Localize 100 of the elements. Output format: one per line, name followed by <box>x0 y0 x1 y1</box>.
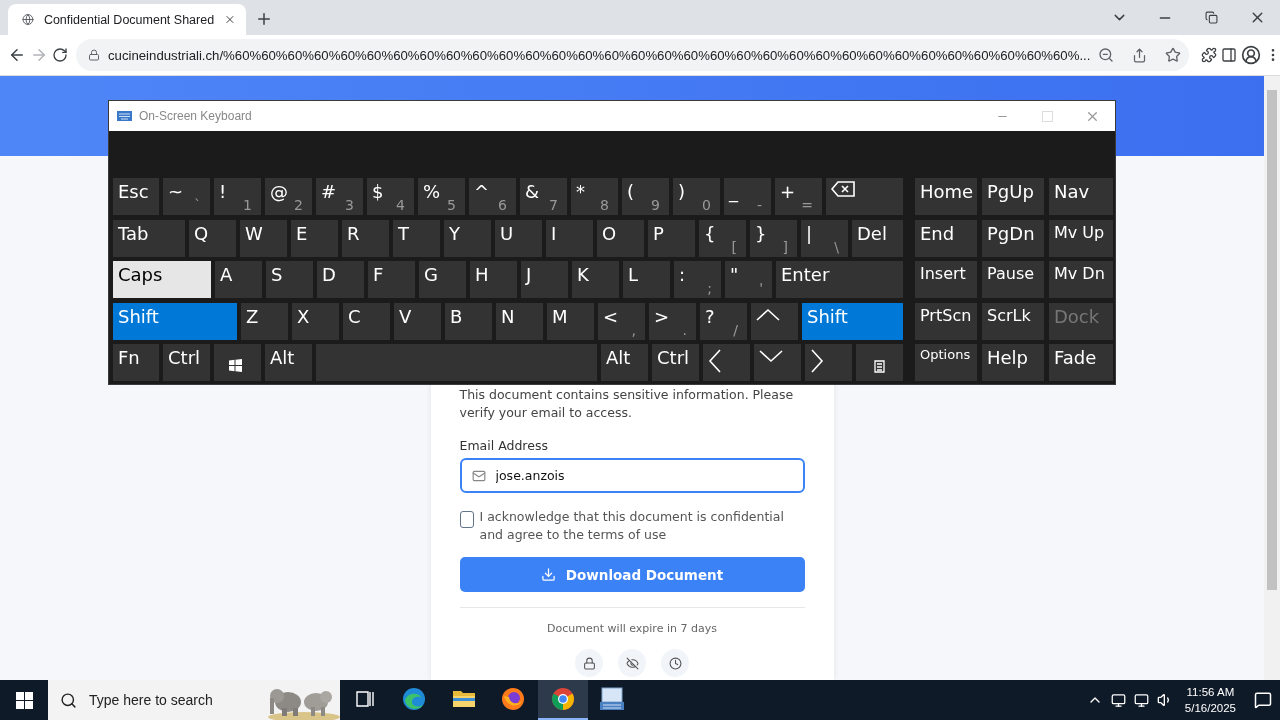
key[interactable]: Q <box>189 219 236 257</box>
key[interactable]: # 3 <box>316 178 363 215</box>
key[interactable]: @ 2 <box>265 178 312 215</box>
zoom-out-icon[interactable] <box>1098 47 1115 63</box>
key[interactable]: T <box>393 219 440 257</box>
key[interactable]: Mv Dn <box>1049 261 1113 298</box>
key[interactable]: ~ ` <box>163 178 210 215</box>
key[interactable]: & 7 <box>520 178 567 215</box>
key[interactable]: X <box>292 302 339 340</box>
key[interactable]: Ctrl <box>163 344 210 381</box>
key[interactable]: A <box>215 261 262 298</box>
notification-icon[interactable] <box>1254 691 1272 709</box>
key[interactable]: < , <box>598 302 645 340</box>
key[interactable]: L <box>623 261 670 298</box>
key[interactable]: E <box>291 219 338 257</box>
key[interactable] <box>754 344 801 381</box>
key[interactable] <box>214 344 261 381</box>
key[interactable]: W <box>240 219 287 257</box>
key[interactable]: Shift <box>802 302 903 340</box>
key[interactable]: | \ <box>801 219 848 257</box>
key[interactable]: ( 9 <box>622 178 669 215</box>
key[interactable]: Del <box>852 219 903 257</box>
key[interactable]: U <box>495 219 542 257</box>
key[interactable]: _ - <box>724 178 771 215</box>
scrollbar[interactable] <box>1264 76 1280 680</box>
key[interactable]: Tab <box>113 219 185 257</box>
key[interactable]: Z <box>241 302 288 340</box>
key[interactable]: PgUp <box>982 178 1044 215</box>
key[interactable]: G <box>419 261 466 298</box>
key[interactable]: Ctrl <box>652 344 699 381</box>
key[interactable]: R <box>342 219 389 257</box>
key[interactable]: B <box>445 302 492 340</box>
taskbar-button[interactable] <box>538 680 588 720</box>
key[interactable]: S <box>266 261 313 298</box>
key[interactable]: P <box>648 219 695 257</box>
key[interactable]: PrtScn <box>915 302 977 340</box>
key[interactable] <box>703 344 750 381</box>
key[interactable]: I <box>546 219 593 257</box>
side-panel-icon[interactable] <box>1221 47 1238 63</box>
puzzle-icon[interactable] <box>1201 47 1218 63</box>
key[interactable]: Caps <box>113 261 211 298</box>
key[interactable]: Home <box>915 178 977 215</box>
search-field[interactable]: Type here to search <box>48 680 340 720</box>
key[interactable]: Fade <box>1049 344 1113 381</box>
key[interactable]: Alt <box>265 344 312 381</box>
key[interactable]: D <box>317 261 364 298</box>
key[interactable]: PgDn <box>982 219 1044 257</box>
browser-tab[interactable]: Confidential Document Shared <box>8 4 246 35</box>
address-bar[interactable]: cucineindustriali.ch/%60%60%60%60%60%60%60%60%60%60%60%60%60%60%60%60%60%60%60%60%60%60%60%60%60%60%60%60%60%60%60%60%... <box>76 39 1190 71</box>
download-button[interactable]: Download Document <box>459 557 805 592</box>
key[interactable]: ? / <box>700 302 747 340</box>
key[interactable]: Help <box>982 344 1044 381</box>
key[interactable]: ^ 6 <box>469 178 516 215</box>
key[interactable]: J <box>521 261 568 298</box>
key[interactable]: } ] <box>750 219 797 257</box>
key[interactable]: $ 4 <box>367 178 414 215</box>
monitor-icon[interactable] <box>1110 692 1126 708</box>
key[interactable]: F <box>368 261 415 298</box>
bookmark-star-icon[interactable] <box>1165 47 1182 63</box>
key[interactable]: Fn <box>113 344 159 381</box>
key[interactable]: Y <box>444 219 491 257</box>
key[interactable]: Esc <box>113 178 159 215</box>
key[interactable] <box>805 344 852 381</box>
key[interactable]: H <box>470 261 517 298</box>
key[interactable]: Nav <box>1049 178 1113 215</box>
key[interactable]: ScrLk <box>982 302 1044 340</box>
profile-icon[interactable] <box>1241 45 1262 65</box>
key[interactable]: Alt <box>601 344 648 381</box>
key[interactable]: " ' <box>725 261 772 298</box>
key[interactable]: Mv Up <box>1049 219 1113 257</box>
key[interactable]: N <box>496 302 543 340</box>
key[interactable] <box>751 302 798 340</box>
share-icon[interactable] <box>1132 47 1148 63</box>
key[interactable]: K <box>572 261 619 298</box>
key[interactable]: + = <box>775 178 822 215</box>
key[interactable]: ) 0 <box>673 178 720 215</box>
key[interactable]: M <box>547 302 594 340</box>
key[interactable]: ! 1 <box>214 178 261 215</box>
email-input[interactable]: jose.anzois <box>495 468 793 483</box>
key[interactable]: : ; <box>674 261 721 298</box>
key[interactable] <box>856 344 903 381</box>
restore-icon[interactable] <box>1204 11 1218 24</box>
key[interactable]: % 5 <box>418 178 465 215</box>
key[interactable] <box>826 178 903 215</box>
key[interactable]: Enter <box>776 261 903 298</box>
key[interactable]: Insert <box>915 261 977 298</box>
email-field[interactable]: jose.anzois <box>459 458 805 493</box>
key[interactable]: C <box>343 302 390 340</box>
key[interactable]: Shift <box>113 302 237 340</box>
key[interactable]: V <box>394 302 441 340</box>
key[interactable]: { [ <box>699 219 746 257</box>
key[interactable]: O <box>597 219 644 257</box>
key[interactable]: Options <box>915 344 977 381</box>
back-icon[interactable] <box>8 46 26 64</box>
key[interactable]: * 8 <box>571 178 618 215</box>
key[interactable]: > . <box>649 302 696 340</box>
key[interactable]: Pause <box>982 261 1044 298</box>
key[interactable]: End <box>915 219 977 257</box>
reload-icon[interactable] <box>52 47 68 63</box>
checkbox[interactable] <box>459 511 474 528</box>
